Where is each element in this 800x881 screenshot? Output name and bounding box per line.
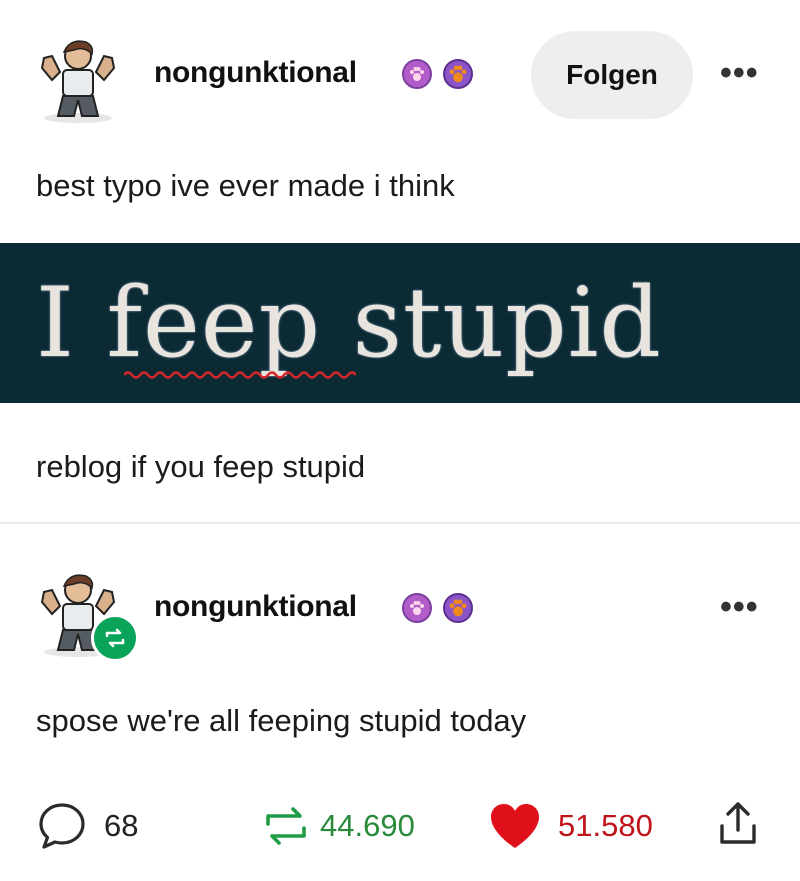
paw-badge-icon[interactable] <box>443 59 473 89</box>
share-icon[interactable] <box>712 798 764 850</box>
divider <box>0 522 800 524</box>
comment-icon[interactable] <box>36 800 88 852</box>
post-image: I feep stupid <box>0 243 800 403</box>
paw-badge-icon[interactable] <box>402 593 432 623</box>
post-text: reblog if you feep stupid <box>36 449 366 484</box>
reblog-count[interactable]: 44.690 <box>320 808 415 844</box>
paw-badge-icon[interactable] <box>402 59 432 89</box>
meme-text: I feep stupid <box>36 267 662 379</box>
reblog-icon[interactable] <box>260 800 312 852</box>
author-username[interactable]: nongunktional <box>154 56 357 90</box>
spellcheck-underline <box>124 371 356 379</box>
like-count[interactable]: 51.580 <box>558 808 653 844</box>
heart-icon[interactable] <box>487 800 543 852</box>
reblog-text: spose we're all feeping stupid today <box>36 703 527 738</box>
more-icon[interactable]: ••• <box>720 588 759 627</box>
reblog-author-username[interactable]: nongunktional <box>154 590 357 624</box>
avatar[interactable] <box>30 28 126 124</box>
reblog-icon <box>91 614 139 662</box>
more-icon[interactable]: ••• <box>720 54 759 93</box>
follow-button[interactable]: Folgen <box>531 31 693 119</box>
post-caption: best typo ive ever made i think <box>36 168 455 203</box>
comment-count[interactable]: 68 <box>104 808 138 844</box>
paw-badge-icon[interactable] <box>443 593 473 623</box>
